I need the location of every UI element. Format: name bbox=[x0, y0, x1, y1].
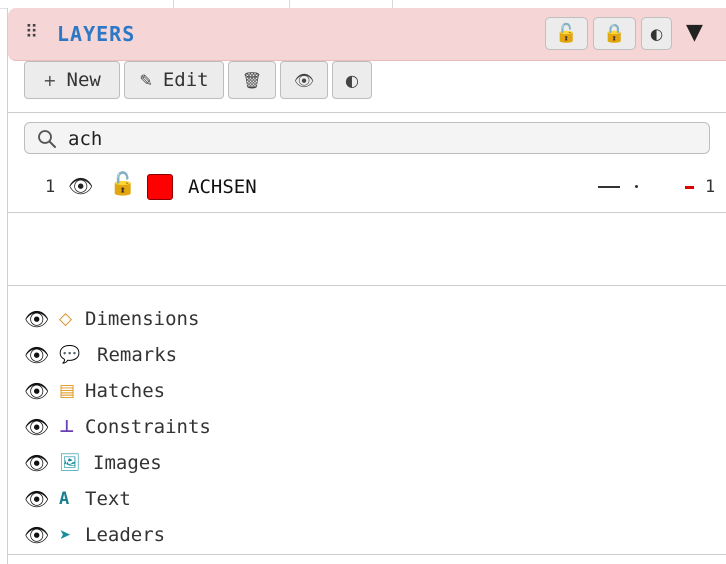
category-label: Text bbox=[85, 488, 131, 510]
lineweight-icon[interactable] bbox=[685, 186, 694, 189]
layer-row[interactable]: 1 👁 🔓 ACHSEN 1 bbox=[8, 170, 726, 204]
category-label: Hatches bbox=[85, 380, 166, 402]
category-text[interactable]: 👁 A Text bbox=[8, 486, 726, 522]
layer-search-input[interactable]: ach bbox=[24, 122, 710, 154]
contrast-icon: ◐ bbox=[649, 24, 664, 43]
unlock-icon[interactable]: 🔓 bbox=[109, 170, 136, 200]
eye-icon[interactable]: 👁 bbox=[24, 414, 49, 440]
divider bbox=[8, 112, 726, 113]
contrast-icon: ◐ bbox=[345, 70, 359, 90]
contrast-button[interactable]: ◐ bbox=[641, 17, 672, 50]
category-label: Remarks bbox=[97, 344, 178, 366]
divider bbox=[8, 285, 726, 286]
delete-layer-button[interactable]: 🗑 bbox=[228, 61, 276, 99]
dimension-diamond-icon: ◇ bbox=[59, 309, 73, 329]
top-divider bbox=[392, 0, 393, 8]
category-leaders[interactable]: 👁 ➤ Leaders bbox=[8, 522, 726, 558]
panel-header: ⠿ LAYERS 🔓 🔒 ◐ ▼ bbox=[8, 8, 726, 61]
leader-arrow-icon: ➤ bbox=[59, 527, 71, 543]
toggle-visibility-button[interactable]: 👁 bbox=[280, 61, 328, 99]
new-layer-button[interactable]: + New bbox=[24, 61, 120, 99]
lock-icon: 🔒 bbox=[603, 23, 626, 44]
new-layer-label: New bbox=[66, 69, 101, 91]
category-label: Images bbox=[93, 452, 162, 474]
search-input-value: ach bbox=[68, 128, 103, 150]
linetype-dot-icon bbox=[635, 185, 638, 188]
unlock-all-button[interactable]: 🔓 bbox=[545, 17, 588, 50]
category-images[interactable]: 👁 🖼 Images bbox=[8, 450, 726, 486]
layer-color-swatch[interactable] bbox=[147, 174, 173, 200]
image-icon: 🖼 bbox=[59, 453, 81, 473]
eye-icon[interactable]: 👁 bbox=[24, 342, 49, 368]
category-hatches[interactable]: 👁 ▤ Hatches bbox=[8, 378, 726, 414]
search-icon bbox=[38, 130, 56, 148]
eye-icon[interactable]: 👁 bbox=[68, 171, 93, 201]
eye-icon[interactable]: 👁 bbox=[24, 486, 49, 512]
eye-icon[interactable]: 👁 bbox=[24, 378, 49, 404]
edit-layer-label: Edit bbox=[162, 69, 209, 91]
eye-icon: 👁 bbox=[293, 70, 315, 90]
divider bbox=[8, 212, 726, 213]
category-label: Dimensions bbox=[85, 308, 200, 330]
divider bbox=[8, 554, 726, 555]
plus-icon: + bbox=[43, 70, 57, 90]
lock-all-button[interactable]: 🔒 bbox=[593, 17, 636, 50]
category-label: Constraints bbox=[85, 416, 211, 438]
linetype-icon[interactable] bbox=[598, 186, 620, 188]
edit-layer-button[interactable]: ✎ Edit bbox=[124, 61, 224, 99]
toggle-contrast-button[interactable]: ◐ bbox=[332, 61, 372, 99]
layer-name: ACHSEN bbox=[188, 176, 257, 198]
layers-panel: ⠿ LAYERS 🔓 🔒 ◐ ▼ + New ✎ Edit 🗑 👁 ◐ ach … bbox=[7, 8, 726, 564]
layer-index: 1 bbox=[45, 177, 56, 197]
hatch-icon: ▤ bbox=[59, 381, 76, 401]
category-label: Leaders bbox=[85, 524, 166, 546]
eye-icon[interactable]: 👁 bbox=[24, 450, 49, 476]
top-divider bbox=[289, 0, 290, 8]
text-letter-icon: A bbox=[59, 489, 70, 509]
category-remarks[interactable]: 👁 💬 Remarks bbox=[8, 342, 726, 378]
panel-title: LAYERS bbox=[57, 22, 136, 46]
eye-icon[interactable]: 👁 bbox=[24, 522, 49, 548]
collapse-triangle-icon[interactable]: ▼ bbox=[686, 20, 703, 46]
trash-icon: 🗑 bbox=[241, 70, 263, 90]
layer-object-count: 1 bbox=[705, 177, 716, 197]
category-constraints[interactable]: 👁 ⊥ Constraints bbox=[8, 414, 726, 450]
category-dimensions[interactable]: 👁 ◇ Dimensions bbox=[8, 306, 726, 342]
top-divider bbox=[173, 0, 174, 8]
pencil-icon: ✎ bbox=[139, 70, 153, 90]
drag-handle-icon[interactable]: ⠿ bbox=[25, 22, 38, 44]
unlock-icon: 🔓 bbox=[555, 23, 578, 44]
perpendicular-icon: ⊥ bbox=[59, 417, 75, 437]
speech-bubble-icon: 💬 bbox=[59, 345, 81, 365]
eye-icon[interactable]: 👁 bbox=[24, 306, 49, 332]
